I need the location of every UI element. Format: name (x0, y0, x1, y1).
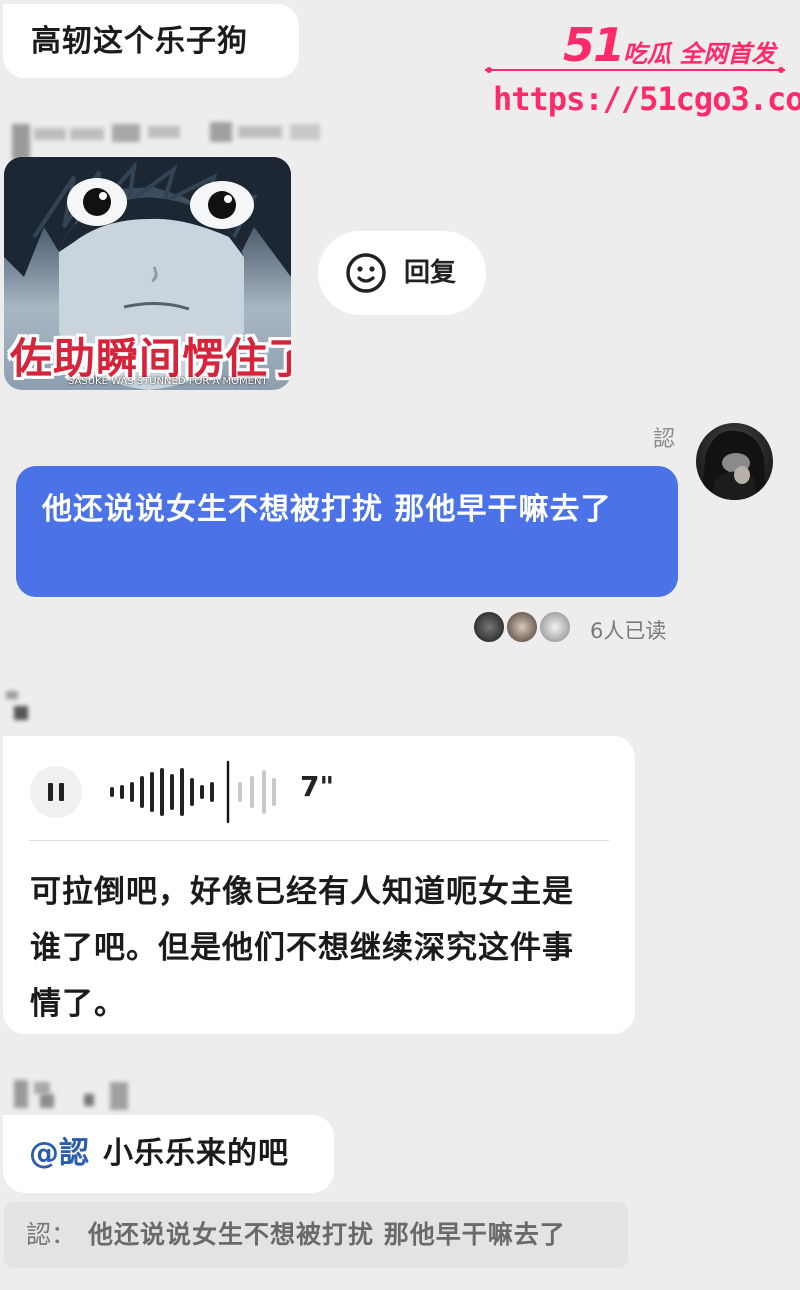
voice-transcript: 可拉倒吧，好像已经有人知道呃女主是谁了吧。但是他们不想继续深究这件事情了。 (30, 874, 574, 1022)
reply-label: 回复 (404, 258, 457, 288)
reader-avatar (538, 610, 572, 644)
sticker-subcaption: SASUKE WAS STUNNED FOR A MOMENT (68, 376, 268, 387)
quoted-message[interactable]: 認： 他还说说女生不想被打扰 那他早干嘛去了 (4, 1202, 628, 1268)
message-bubble[interactable]: 高轫这个乐子狗 (3, 4, 299, 78)
message-text: 高轫这个乐子狗 (31, 24, 248, 59)
mention-link[interactable]: @認 (29, 1132, 89, 1176)
voice-message[interactable]: 7" 可拉倒吧，好像已经有人知道呃女主是谁了吧。但是他们不想继续深究这件事情了。 (3, 736, 635, 1034)
quote-text: 他还说说女生不想被打扰 那他早干嘛去了 (88, 1220, 566, 1249)
pause-icon (48, 783, 53, 801)
waveform (110, 760, 276, 824)
reply-button[interactable]: 回复 (318, 231, 486, 315)
watermark-url: https://51cgo3.com (493, 80, 800, 118)
watermark-divider (485, 67, 785, 73)
watermark-number: 51 (563, 18, 625, 72)
voice-duration: 7" (300, 770, 335, 803)
divider (29, 840, 609, 841)
avatar-photo (701, 430, 766, 500)
reader-avatar (472, 610, 506, 644)
message-text: 小乐乐来的吧 (103, 1136, 289, 1171)
read-count: 6人已读 (590, 619, 667, 643)
message-text: 他还说说女生不想被打扰 那他早干嘛去了 (42, 492, 612, 527)
reader-avatar (505, 610, 539, 644)
smiley-face-icon (346, 253, 386, 293)
sticker-image[interactable]: 佐助瞬间愣住了 SASUKE WAS STUNNED FOR A MOMENT (4, 157, 291, 390)
quote-author: 認： (26, 1220, 77, 1249)
watermark-brand: 吃瓜 全网首发 (623, 40, 776, 68)
message-bubble[interactable]: @認 小乐乐来的吧 (3, 1115, 334, 1193)
sender-name: 認 (653, 427, 676, 452)
avatar[interactable] (696, 423, 773, 500)
pause-button[interactable] (30, 766, 82, 818)
message-bubble-own[interactable]: 他还说说女生不想被打扰 那他早干嘛去了 (16, 466, 678, 597)
